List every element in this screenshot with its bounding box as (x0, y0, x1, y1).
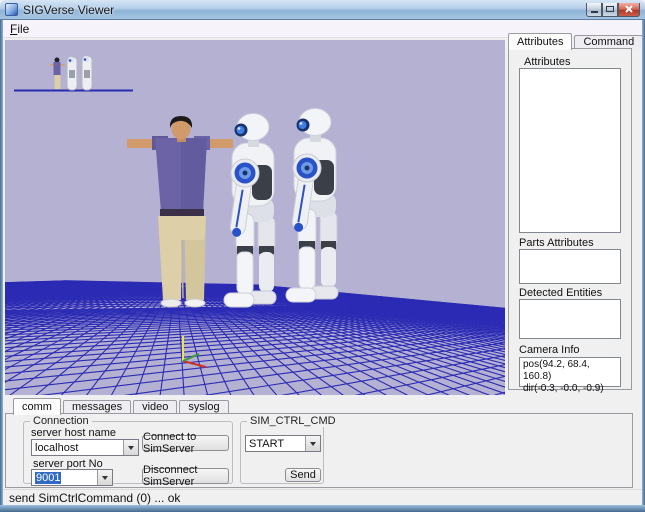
server-host-value: localhost (35, 442, 78, 454)
right-panel-tabs: Attributes Command (508, 33, 642, 49)
tab-syslog[interactable]: syslog (179, 400, 228, 414)
chevron-down-icon[interactable] (97, 470, 112, 485)
connection-group: Connection server host name localhost se… (23, 421, 233, 484)
app-window: SIGVerse Viewer File (0, 0, 645, 512)
tab-messages[interactable]: messages (63, 400, 131, 414)
chevron-down-icon[interactable] (305, 436, 320, 451)
window-title: SIGVerse Viewer (23, 3, 114, 17)
parts-attributes-label: Parts Attributes (519, 237, 594, 249)
maximize-button[interactable] (602, 3, 618, 17)
attributes-label: Attributes (524, 56, 570, 68)
server-host-label: server host name (31, 427, 116, 439)
comm-panel: Connection server host name localhost se… (5, 413, 633, 488)
send-button[interactable]: Send (285, 468, 321, 482)
ground-grid (5, 40, 505, 395)
bottom-panel-tabs: comm messages video syslog (13, 398, 231, 414)
chevron-down-icon[interactable] (123, 440, 138, 455)
tab-comm[interactable]: comm (13, 398, 61, 415)
sim-ctrl-group: SIM_CTRL_CMD START Send (240, 421, 324, 484)
title-bar[interactable]: SIGVerse Viewer (0, 0, 645, 20)
minimize-button[interactable] (586, 3, 602, 17)
sim-ctrl-cmd-combobox[interactable]: START (245, 435, 321, 452)
detected-entities-list[interactable] (519, 299, 621, 339)
connect-button[interactable]: Connect to SimServer (142, 435, 229, 451)
disconnect-button[interactable]: Disconnect SimServer (142, 468, 229, 484)
parts-attributes-list[interactable] (519, 249, 621, 284)
attributes-panel: Attributes Parts Attributes Detected Ent… (508, 48, 632, 390)
camera-info-label: Camera Info (519, 344, 580, 356)
tab-command[interactable]: Command (574, 35, 642, 49)
menu-file[interactable]: File (3, 21, 36, 37)
camera-dir-value: dir(-0.3, -0.0, -0.9) (523, 383, 617, 395)
client-area: File (3, 20, 642, 505)
3d-viewport[interactable] (5, 40, 505, 395)
detected-entities-label: Detected Entities (519, 287, 602, 299)
camera-info-box: pos(94.2, 68.4, 160.8) dir(-0.3, -0.0, -… (519, 357, 621, 387)
attributes-list[interactable] (519, 68, 621, 233)
status-text: send SimCtrlCommand (0) ... ok (9, 491, 180, 505)
server-host-combobox[interactable]: localhost (31, 439, 139, 456)
close-button[interactable] (618, 3, 640, 17)
app-icon (5, 3, 18, 16)
server-port-combobox[interactable]: 9001 (31, 469, 113, 486)
window-frame-bottom (0, 505, 645, 512)
tab-video[interactable]: video (133, 400, 177, 414)
camera-pos-value: pos(94.2, 68.4, 160.8) (523, 359, 617, 383)
tab-attributes[interactable]: Attributes (508, 33, 572, 50)
connection-group-label: Connection (30, 415, 92, 427)
sim-ctrl-group-label: SIM_CTRL_CMD (247, 415, 339, 427)
server-port-value: 9001 (35, 472, 61, 484)
sim-ctrl-cmd-value: START (249, 438, 284, 450)
status-bar: send SimCtrlCommand (0) ... ok (3, 489, 642, 505)
